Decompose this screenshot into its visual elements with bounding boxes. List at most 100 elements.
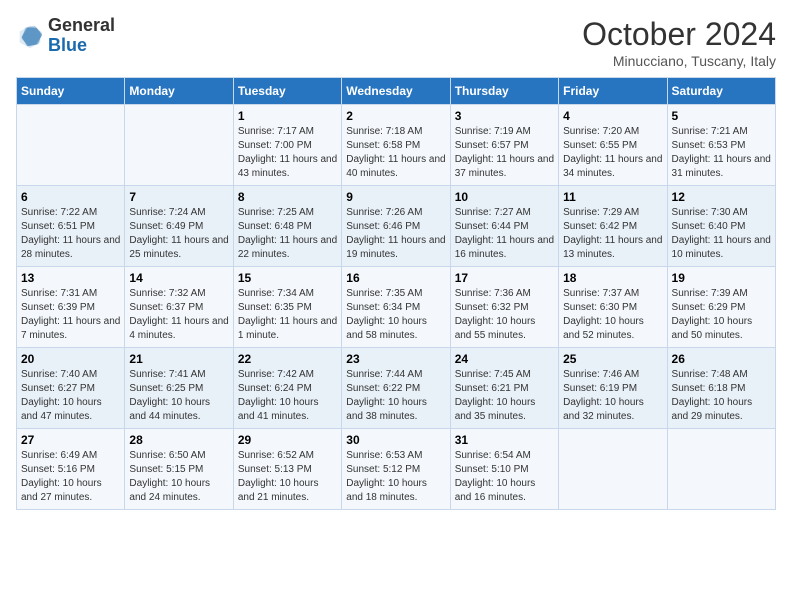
calendar-week-row: 13 Sunrise: 7:31 AMSunset: 6:39 PMDayligh…	[17, 267, 776, 348]
calendar-week-row: 1 Sunrise: 7:17 AMSunset: 7:00 PMDaylight…	[17, 105, 776, 186]
calendar-cell: 8 Sunrise: 7:25 AMSunset: 6:48 PMDaylight…	[233, 186, 341, 267]
day-number: 8	[238, 190, 337, 204]
calendar-cell: 25 Sunrise: 7:46 AMSunset: 6:19 PMDayligh…	[559, 348, 667, 429]
day-number: 12	[672, 190, 771, 204]
day-number: 23	[346, 352, 445, 366]
day-number: 4	[563, 109, 662, 123]
calendar-cell: 23 Sunrise: 7:44 AMSunset: 6:22 PMDayligh…	[342, 348, 450, 429]
calendar-cell: 3 Sunrise: 7:19 AMSunset: 6:57 PMDaylight…	[450, 105, 558, 186]
day-detail: Sunrise: 7:42 AMSunset: 6:24 PMDaylight:…	[238, 368, 337, 424]
day-detail: Sunrise: 7:45 AMSunset: 6:21 PMDaylight:…	[455, 368, 554, 424]
day-detail: Sunrise: 7:37 AMSunset: 6:30 PMDaylight:…	[563, 287, 662, 343]
logo-icon	[16, 22, 44, 50]
calendar-cell: 9Sunrise: 7:26 AMSunset: 6:46 PMDaylight…	[342, 186, 450, 267]
day-number: 3	[455, 109, 554, 123]
column-header-friday: Friday	[559, 78, 667, 105]
day-detail: Sunrise: 7:48 AMSunset: 6:18 PMDaylight:…	[672, 368, 771, 424]
calendar-cell	[667, 429, 775, 510]
day-number: 1	[238, 109, 337, 123]
calendar-week-row: 6 Sunrise: 7:22 AMSunset: 6:51 PMDaylight…	[17, 186, 776, 267]
calendar-header: SundayMondayTuesdayWednesdayThursdayFrid…	[17, 78, 776, 105]
day-number: 19	[672, 271, 771, 285]
calendar-cell: 4 Sunrise: 7:20 AMSunset: 6:55 PMDaylight…	[559, 105, 667, 186]
column-header-wednesday: Wednesday	[342, 78, 450, 105]
day-number: 25	[563, 352, 662, 366]
day-number: 22	[238, 352, 337, 366]
location: Minucciano, Tuscany, Italy	[582, 53, 776, 69]
month-title: October 2024	[582, 16, 776, 53]
day-number: 30	[346, 433, 445, 447]
calendar-cell: 22 Sunrise: 7:42 AMSunset: 6:24 PMDayligh…	[233, 348, 341, 429]
calendar-cell: 13 Sunrise: 7:31 AMSunset: 6:39 PMDayligh…	[17, 267, 125, 348]
day-detail: Sunrise: 7:32 AMSunset: 6:37 PMDaylight:…	[129, 287, 228, 343]
calendar-cell: 18 Sunrise: 7:37 AMSunset: 6:30 PMDayligh…	[559, 267, 667, 348]
day-detail: Sunrise: 7:22 AMSunset: 6:51 PMDaylight:…	[21, 206, 120, 262]
title-area: October 2024 Minucciano, Tuscany, Italy	[582, 16, 776, 69]
calendar-cell: 27Sunrise: 6:49 AMSunset: 5:16 PMDayligh…	[17, 429, 125, 510]
day-number: 16	[346, 271, 445, 285]
calendar-cell: 29 Sunrise: 6:52 AMSunset: 5:13 PMDayligh…	[233, 429, 341, 510]
day-number: 29	[238, 433, 337, 447]
calendar-cell	[559, 429, 667, 510]
calendar-table: SundayMondayTuesdayWednesdayThursdayFrid…	[16, 77, 776, 510]
calendar-cell: 10Sunrise: 7:27 AMSunset: 6:44 PMDayligh…	[450, 186, 558, 267]
calendar-cell: 17Sunrise: 7:36 AMSunset: 6:32 PMDayligh…	[450, 267, 558, 348]
day-number: 15	[238, 271, 337, 285]
calendar-cell: 26 Sunrise: 7:48 AMSunset: 6:18 PMDayligh…	[667, 348, 775, 429]
day-detail: Sunrise: 7:25 AMSunset: 6:48 PMDaylight:…	[238, 206, 337, 262]
day-detail: Sunrise: 6:50 AMSunset: 5:15 PMDaylight:…	[129, 449, 228, 505]
day-detail: Sunrise: 7:19 AMSunset: 6:57 PMDaylight:…	[455, 125, 554, 181]
calendar-cell: 30 Sunrise: 6:53 AMSunset: 5:12 PMDayligh…	[342, 429, 450, 510]
day-detail: Sunrise: 7:20 AMSunset: 6:55 PMDaylight:…	[563, 125, 662, 181]
day-detail: Sunrise: 7:18 AMSunset: 6:58 PMDaylight:…	[346, 125, 445, 181]
column-header-saturday: Saturday	[667, 78, 775, 105]
calendar-cell: 5 Sunrise: 7:21 AMSunset: 6:53 PMDaylight…	[667, 105, 775, 186]
calendar-cell: 15 Sunrise: 7:34 AMSunset: 6:35 PMDayligh…	[233, 267, 341, 348]
calendar-cell	[17, 105, 125, 186]
day-detail: Sunrise: 7:24 AMSunset: 6:49 PMDaylight:…	[129, 206, 228, 262]
day-detail: Sunrise: 6:49 AMSunset: 5:16 PMDaylight:…	[21, 449, 120, 505]
calendar-cell: 2 Sunrise: 7:18 AMSunset: 6:58 PMDaylight…	[342, 105, 450, 186]
calendar-cell	[125, 105, 233, 186]
calendar-week-row: 27Sunrise: 6:49 AMSunset: 5:16 PMDayligh…	[17, 429, 776, 510]
day-number: 17	[455, 271, 554, 285]
day-detail: Sunrise: 6:54 AMSunset: 5:10 PMDaylight:…	[455, 449, 554, 505]
day-detail: Sunrise: 7:31 AMSunset: 6:39 PMDaylight:…	[21, 287, 120, 343]
calendar-week-row: 20Sunrise: 7:40 AMSunset: 6:27 PMDayligh…	[17, 348, 776, 429]
calendar-cell: 20Sunrise: 7:40 AMSunset: 6:27 PMDayligh…	[17, 348, 125, 429]
calendar-cell: 16Sunrise: 7:35 AMSunset: 6:34 PMDayligh…	[342, 267, 450, 348]
day-number: 28	[129, 433, 228, 447]
day-detail: Sunrise: 7:41 AMSunset: 6:25 PMDaylight:…	[129, 368, 228, 424]
day-number: 31	[455, 433, 554, 447]
calendar-cell: 31 Sunrise: 6:54 AMSunset: 5:10 PMDayligh…	[450, 429, 558, 510]
day-number: 5	[672, 109, 771, 123]
column-header-tuesday: Tuesday	[233, 78, 341, 105]
calendar-cell: 11Sunrise: 7:29 AMSunset: 6:42 PMDayligh…	[559, 186, 667, 267]
calendar-cell: 14 Sunrise: 7:32 AMSunset: 6:37 PMDayligh…	[125, 267, 233, 348]
day-number: 18	[563, 271, 662, 285]
calendar-cell: 1 Sunrise: 7:17 AMSunset: 7:00 PMDaylight…	[233, 105, 341, 186]
day-number: 21	[129, 352, 228, 366]
day-number: 10	[455, 190, 554, 204]
day-detail: Sunrise: 7:39 AMSunset: 6:29 PMDaylight:…	[672, 287, 771, 343]
day-number: 14	[129, 271, 228, 285]
logo-text: General Blue	[48, 16, 115, 56]
calendar-cell: 12Sunrise: 7:30 AMSunset: 6:40 PMDayligh…	[667, 186, 775, 267]
day-detail: Sunrise: 7:17 AMSunset: 7:00 PMDaylight:…	[238, 125, 337, 181]
day-detail: Sunrise: 6:53 AMSunset: 5:12 PMDaylight:…	[346, 449, 445, 505]
calendar-cell: 28 Sunrise: 6:50 AMSunset: 5:15 PMDayligh…	[125, 429, 233, 510]
column-header-monday: Monday	[125, 78, 233, 105]
header: General Blue October 2024 Minucciano, Tu…	[16, 16, 776, 69]
logo: General Blue	[16, 16, 115, 56]
calendar-cell: 19 Sunrise: 7:39 AMSunset: 6:29 PMDayligh…	[667, 267, 775, 348]
day-detail: Sunrise: 6:52 AMSunset: 5:13 PMDaylight:…	[238, 449, 337, 505]
day-detail: Sunrise: 7:21 AMSunset: 6:53 PMDaylight:…	[672, 125, 771, 181]
day-detail: Sunrise: 7:34 AMSunset: 6:35 PMDaylight:…	[238, 287, 337, 343]
day-detail: Sunrise: 7:44 AMSunset: 6:22 PMDaylight:…	[346, 368, 445, 424]
day-number: 26	[672, 352, 771, 366]
column-header-thursday: Thursday	[450, 78, 558, 105]
day-number: 13	[21, 271, 120, 285]
day-number: 6	[21, 190, 120, 204]
day-detail: Sunrise: 7:46 AMSunset: 6:19 PMDaylight:…	[563, 368, 662, 424]
day-number: 2	[346, 109, 445, 123]
